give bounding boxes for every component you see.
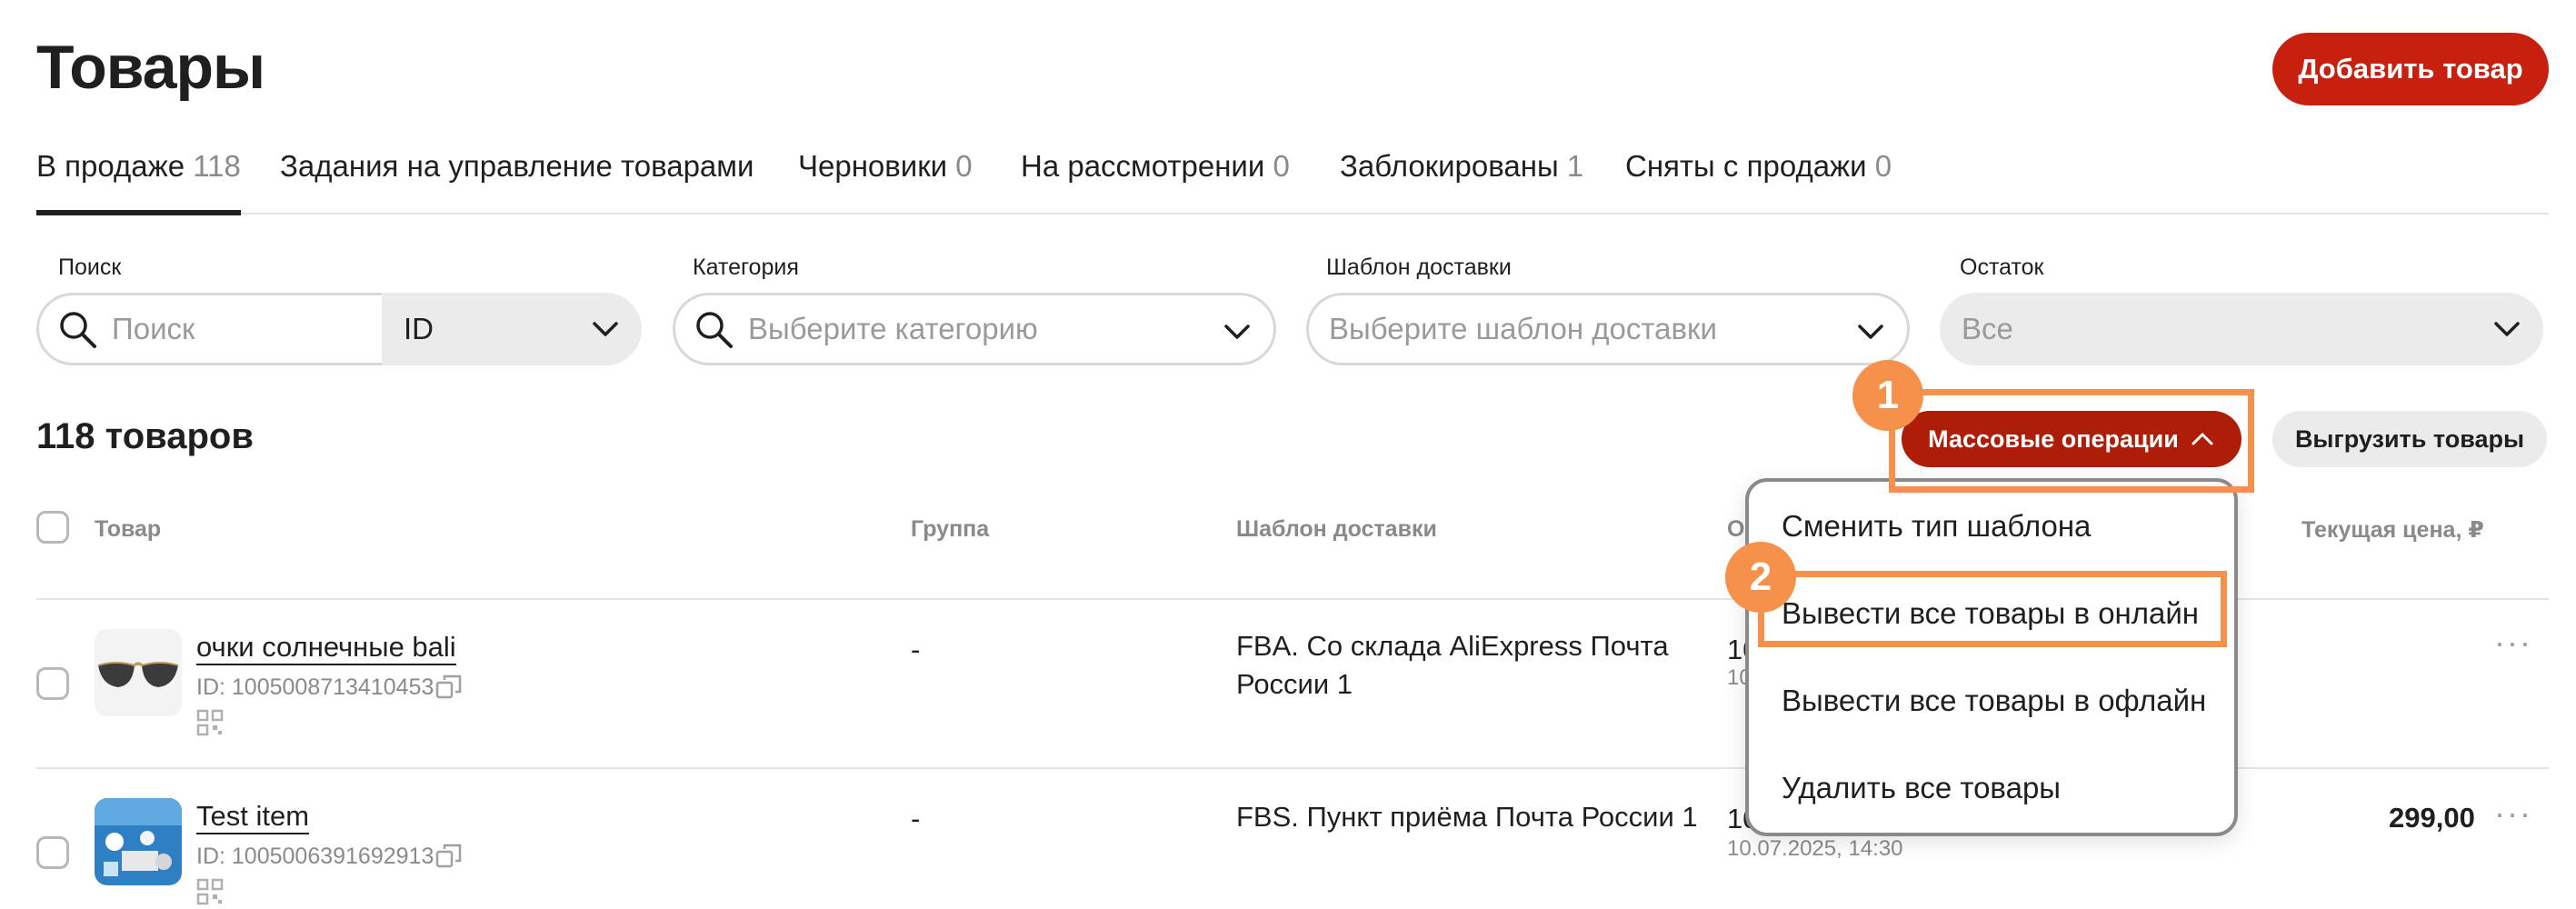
test-item-image: [95, 798, 182, 885]
tabs-bar: В продаже 118 Задания на управление това…: [36, 144, 2549, 215]
qr-code-icon[interactable]: [196, 878, 224, 905]
category-select[interactable]: Выберите категорию: [673, 293, 1276, 365]
column-current-price: Текущая цена, ₽: [2301, 517, 2484, 543]
product-thumbnail[interactable]: [95, 629, 182, 716]
product-price: 299,00: [2389, 802, 2475, 834]
delivery-template-placeholder: Выберите шаблон доставки: [1329, 312, 1717, 345]
product-col4-date: 10.07.2025, 14:30: [1727, 836, 1903, 861]
stock-select[interactable]: Все: [1940, 293, 2543, 365]
step-badge-2: 2: [1725, 542, 1796, 613]
column-product: Товар: [95, 516, 162, 542]
qr-code-icon[interactable]: [196, 709, 224, 736]
column-group: Группа: [911, 516, 990, 542]
add-product-button[interactable]: Добавить товар: [2272, 33, 2549, 105]
menu-item-all-offline[interactable]: Вывести все товары в офлайн: [1782, 684, 2206, 718]
tab-count: 0: [1273, 149, 1290, 183]
search-type-value: ID: [404, 312, 434, 345]
stock-value: Все: [1962, 312, 2013, 345]
chevron-down-icon: [1224, 325, 1250, 339]
search-label: Поиск: [58, 255, 122, 280]
product-delivery-template: FBA. Со склада AliExpress Почта России 1: [1236, 630, 1669, 700]
tab-drafts[interactable]: Черновики 0: [798, 144, 973, 213]
sunglasses-image: [95, 629, 182, 716]
column-delivery-template: Шаблон доставки: [1236, 516, 1437, 542]
tab-label: В продаже: [36, 149, 185, 183]
product-id: ID: 1005006391692913: [196, 844, 434, 869]
stock-label: Остаток: [1960, 255, 2044, 280]
highlight-box-step-2: [1758, 571, 2227, 647]
copy-icon[interactable]: [434, 673, 464, 702]
step-badge-1: 1: [1852, 360, 1923, 431]
page-title: Товары: [36, 33, 265, 102]
tab-label: Задания на управление товарами: [280, 149, 754, 183]
search-input[interactable]: Поиск: [36, 293, 382, 365]
mass-operations-menu: Сменить тип шаблона Вывести все товары в…: [1745, 478, 2238, 836]
search-icon: [60, 312, 96, 348]
tab-count: 118: [193, 149, 241, 183]
product-name-link[interactable]: Test item: [196, 800, 310, 834]
product-count: 118 товаров: [36, 416, 254, 456]
product-thumbnail[interactable]: [95, 798, 182, 885]
row-more-menu-icon[interactable]: ···: [2494, 794, 2532, 833]
product-id: ID: 1005008713410453: [196, 674, 434, 700]
product-delivery-template: FBS. Пункт приёма Почта России 1: [1236, 801, 1698, 833]
tab-removed[interactable]: Сняты с продажи 0: [1625, 144, 1892, 213]
row-checkbox[interactable]: [36, 667, 69, 700]
search-placeholder: Поиск: [112, 312, 195, 345]
delivery-template-label: Шаблон доставки: [1326, 255, 1512, 280]
tab-management-tasks[interactable]: Задания на управление товарами: [280, 144, 754, 213]
menu-item-delete-all[interactable]: Удалить все товары: [1782, 771, 2061, 805]
menu-item-change-template-type[interactable]: Сменить тип шаблона: [1782, 509, 2091, 544]
tab-label: Черновики: [798, 149, 948, 183]
column-partial: О: [1727, 516, 1745, 542]
search-icon: [696, 312, 733, 348]
tab-under-review[interactable]: На рассмотрении 0: [1021, 144, 1290, 213]
tab-count: 0: [1874, 149, 1892, 183]
tab-count: 0: [955, 149, 973, 183]
chevron-down-icon: [593, 322, 618, 336]
row-more-menu-icon[interactable]: ···: [2494, 624, 2532, 662]
tab-label: Заблокированы: [1340, 149, 1559, 183]
product-group: -: [911, 634, 921, 665]
delivery-template-select[interactable]: Выберите шаблон доставки: [1306, 293, 1910, 365]
tab-blocked[interactable]: Заблокированы 1: [1340, 144, 1583, 213]
tab-label: Сняты с продажи: [1625, 149, 1867, 183]
product-group: -: [911, 803, 921, 834]
category-label: Категория: [693, 255, 799, 280]
chevron-down-icon: [2494, 322, 2520, 336]
tab-label: На рассмотрении: [1021, 149, 1265, 183]
copy-icon[interactable]: [434, 842, 464, 871]
tab-count: 1: [1566, 149, 1584, 183]
search-type-select[interactable]: ID: [382, 293, 642, 365]
select-all-checkbox[interactable]: [36, 511, 69, 544]
highlight-box-step-1: [1889, 389, 2254, 493]
tab-on-sale[interactable]: В продаже 118: [36, 144, 241, 215]
row-checkbox[interactable]: [36, 836, 69, 869]
chevron-down-icon: [1858, 325, 1883, 339]
product-name-link[interactable]: очки солнечные bali: [196, 631, 456, 665]
export-products-button[interactable]: Выгрузить товары: [2272, 411, 2547, 467]
category-placeholder: Выберите категорию: [748, 312, 1038, 345]
